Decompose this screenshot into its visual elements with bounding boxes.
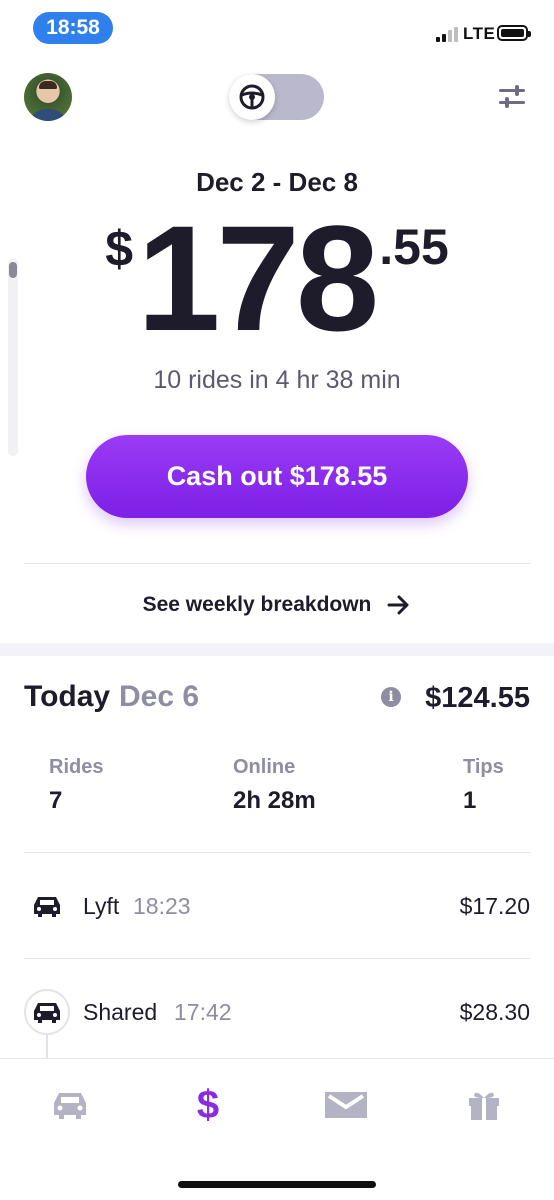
status-bar: 18:58 LTE [0, 0, 554, 56]
ride-row[interactable]: Lyft 18:23 $17.20 [24, 883, 530, 927]
car-icon[interactable] [45, 1085, 95, 1125]
ride-amount: $17.20 [459, 893, 530, 919]
currency-symbol: $ [105, 221, 133, 277]
cash-out-button[interactable]: Cash out $178.55 [86, 435, 468, 518]
weekly-earnings-amount: $178.55 [0, 198, 554, 358]
mail-icon[interactable] [321, 1085, 371, 1125]
stat-rides: Rides 7 [49, 756, 103, 815]
driver-mode-toggle[interactable] [229, 74, 324, 120]
signal-strength-icon [436, 26, 460, 42]
divider [24, 852, 530, 853]
arrow-right-icon [387, 595, 409, 615]
status-time[interactable]: 18:58 [33, 12, 113, 44]
today-label: Today [24, 680, 111, 713]
today-date: Dec 6 [119, 680, 200, 713]
weekly-breakdown-label: See weekly breakdown [142, 593, 372, 616]
divider [24, 958, 530, 959]
network-type: LTE [463, 24, 496, 43]
home-indicator[interactable] [178, 1181, 376, 1188]
steering-wheel-icon [229, 74, 275, 120]
stat-label: Tips [463, 756, 504, 778]
bottom-tab-bar: $ [0, 1058, 554, 1200]
divider [24, 563, 530, 564]
stat-online: Online 2h 28m [233, 756, 316, 815]
ride-type: Shared [83, 999, 158, 1025]
stat-tips: Tips 1 [463, 756, 504, 815]
stat-value: 1 [463, 787, 477, 814]
rides-summary: 10 rides in 4 hr 38 min [153, 366, 401, 394]
ride-time: 18:23 [133, 893, 191, 919]
section-separator [0, 643, 554, 656]
amount-cents: .55 [379, 219, 449, 275]
amount-whole: 178 [137, 194, 379, 362]
stat-label: Online [233, 756, 296, 778]
sliders-icon[interactable] [497, 84, 527, 110]
dollar-icon[interactable]: $ [183, 1085, 233, 1125]
car-icon [24, 883, 70, 929]
ride-time: 17:42 [174, 999, 232, 1025]
ride-type: Lyft [83, 893, 120, 919]
car-icon [24, 989, 70, 1035]
stat-value: 2h 28m [233, 787, 316, 814]
avatar[interactable] [24, 73, 72, 121]
info-icon[interactable]: i [381, 687, 401, 707]
ride-row[interactable]: Shared 17:42 $28.30 [24, 989, 530, 1035]
timeline-connector [46, 1034, 48, 1058]
today-total: $124.55 [425, 682, 530, 714]
gift-icon[interactable] [459, 1085, 509, 1125]
ride-amount: $28.30 [459, 999, 530, 1025]
weekly-breakdown-link[interactable]: See weekly breakdown [0, 588, 554, 622]
today-summary-header: Today Dec 6 i $124.55 [24, 680, 530, 720]
stat-label: Rides [49, 756, 104, 778]
battery-icon [497, 25, 531, 41]
stat-value: 7 [49, 787, 63, 814]
